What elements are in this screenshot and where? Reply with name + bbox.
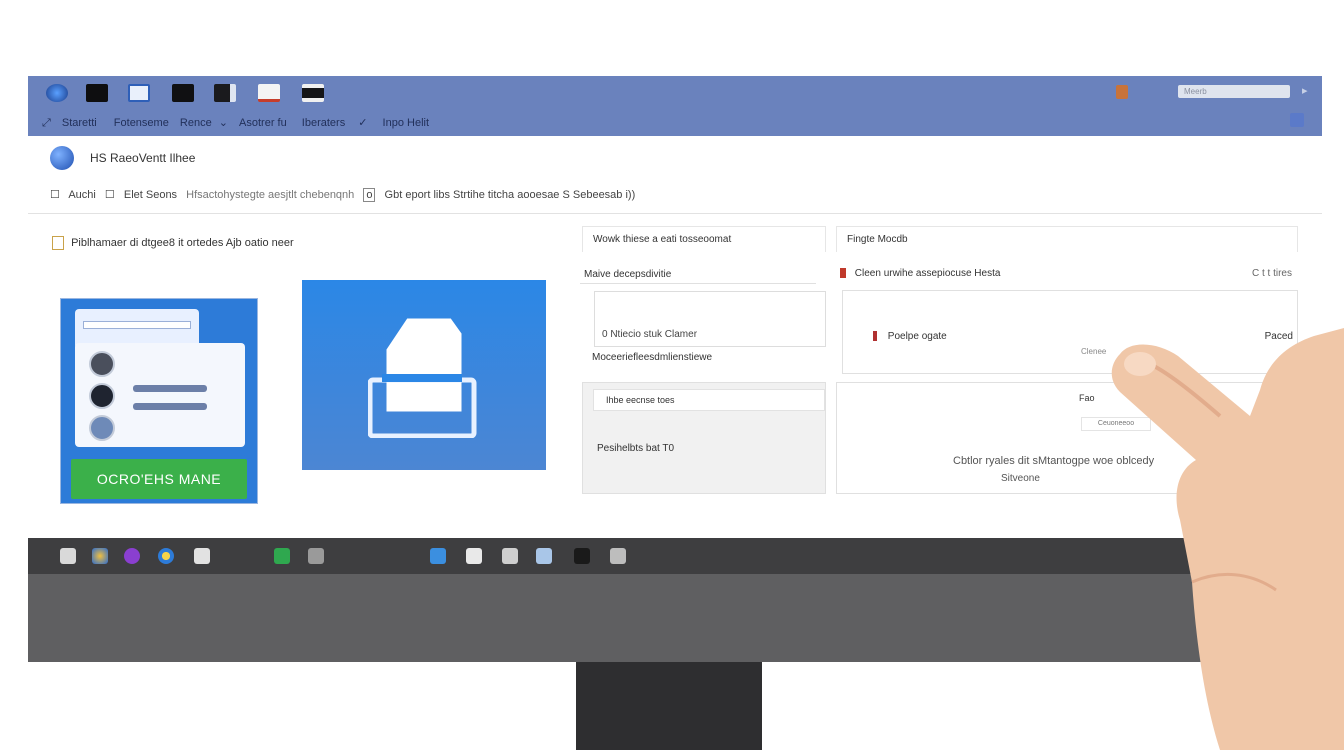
print-card[interactable] — [302, 280, 546, 470]
cta-button[interactable]: OCRO'EHS MANE — [71, 459, 247, 499]
menu-bar: ⤢ Staretti Fotenseme Rence ⌄ Asotrer fu … — [42, 116, 429, 130]
divider — [28, 213, 1322, 214]
panel-header-text: Fingte Mocdb — [847, 234, 908, 245]
sheet-icon[interactable] — [274, 548, 290, 564]
terminal-icon[interactable] — [86, 84, 108, 102]
media-icon[interactable] — [574, 548, 590, 564]
input-field[interactable]: Ihbe eecnse toes — [593, 389, 825, 411]
menu-item[interactable]: Iberaters — [302, 117, 345, 129]
chevron-down-icon[interactable]: ⌄ — [219, 117, 228, 129]
monitor-icon[interactable] — [172, 84, 194, 102]
panel-subheader: Maive decepsdivitie — [580, 268, 816, 284]
toolbar-item[interactable]: o — [363, 188, 376, 202]
text-line — [133, 385, 207, 392]
media-icon[interactable] — [302, 84, 324, 102]
menu-item[interactable]: Fotenseme — [114, 117, 169, 129]
menu-item[interactable]: Asotrer fu — [239, 117, 287, 129]
toolbar-icon[interactable]: ☐ — [50, 189, 60, 201]
info-label: Fao — [1079, 393, 1095, 403]
menu-item[interactable]: Rence — [180, 117, 212, 129]
info-subtext: Sitveone — [1001, 473, 1040, 484]
photos-icon[interactable] — [430, 548, 446, 564]
form-row[interactable]: Pesihelbts bat T0 — [597, 443, 674, 454]
tools-icon[interactable] — [308, 548, 324, 564]
status-indicator — [873, 331, 877, 342]
document-icon — [52, 236, 64, 250]
panel-header: Wowk thiese a eati tosseoomat — [582, 226, 826, 252]
toolbar-item[interactable]: Hfsactohystegte aesjtlt chebenqnh — [186, 189, 354, 201]
check-icon[interactable]: ✓ — [358, 117, 367, 129]
grid-icon[interactable] — [194, 548, 210, 564]
list-item[interactable]: Moceeriefleesdmlienstiewe — [592, 352, 712, 363]
detail-label-text: Poelpe ogate — [887, 331, 947, 342]
menu-icon[interactable]: ⤢ — [42, 117, 51, 129]
menu-item[interactable]: Staretti — [62, 117, 97, 129]
toolbar: ☐ Auchi ☐ Elet Seons Hfsactohystegte aes… — [50, 188, 641, 202]
search-input[interactable]: Meerb — [1178, 85, 1290, 98]
window-icon[interactable] — [128, 84, 150, 102]
camera-icon[interactable] — [536, 548, 552, 564]
printer-icon — [368, 318, 477, 438]
caption-text: Piblhamaer di dtgee8 it ortedes Ajb oati… — [71, 236, 294, 249]
feature-card[interactable]: OCRO'EHS MANE — [60, 298, 258, 504]
toolbar-item[interactable]: Gbt eport libs Strtihe titcha aooesae S … — [385, 189, 636, 201]
avatar-icon — [89, 351, 115, 377]
scene: ⤢ Staretti Fotenseme Rence ⌄ Asotrer fu … — [0, 0, 1344, 750]
form-panel: Ihbe eecnse toes Pesihelbts bat T0 — [582, 382, 826, 494]
people-icon[interactable] — [92, 548, 108, 564]
app-icon[interactable] — [214, 84, 236, 102]
address-bar — [83, 321, 191, 329]
menu-item[interactable]: Inpo Helit — [383, 117, 429, 129]
avatar-icon — [89, 383, 115, 409]
browser-icon[interactable] — [46, 84, 68, 102]
toolbar-icon[interactable]: ☐ — [105, 189, 115, 201]
window-control-button[interactable] — [1290, 113, 1304, 127]
hand-illustration — [1111, 328, 1344, 750]
text-line — [133, 403, 207, 410]
text-area-content: 0 Ntiecio stuk Clamer — [602, 329, 698, 340]
notification-icon[interactable] — [1116, 85, 1128, 99]
monitor-stand — [576, 662, 762, 750]
toolbar-item[interactable]: Auchi — [68, 189, 96, 201]
app-logo-icon — [50, 146, 74, 170]
chat-icon[interactable] — [124, 548, 140, 564]
expand-arrow-icon[interactable]: ▸ — [1302, 84, 1308, 97]
edit-icon[interactable] — [610, 548, 626, 564]
toolbar-item[interactable]: Elet Seons — [124, 189, 177, 201]
section-caption: Piblhamaer di dtgee8 it ortedes Ajb oati… — [52, 236, 294, 250]
panel-header-text: Wowk thiese a eati tosseoomat — [593, 234, 732, 245]
list-row-meta: C t t tires — [1251, 268, 1292, 279]
list-row-label: Cleen urwihe assepiocuse Hesta — [854, 268, 1001, 279]
mail-icon[interactable] — [60, 548, 76, 564]
avatar-icon — [89, 415, 115, 441]
document-icon[interactable] — [466, 548, 482, 564]
title-bar: ⤢ Staretti Fotenseme Rence ⌄ Asotrer fu … — [28, 76, 1322, 136]
chrome-icon[interactable] — [158, 548, 174, 564]
panel-header: Fingte Mocdb — [836, 226, 1298, 252]
list-preview — [75, 343, 245, 447]
status-indicator — [840, 268, 846, 279]
list-row[interactable]: Cleen urwihe assepiocuse Hesta C t t tir… — [840, 268, 1298, 286]
page-title: HS RaeoVentt Ilhee — [90, 151, 196, 165]
mail-icon[interactable] — [258, 84, 280, 102]
message-icon[interactable] — [502, 548, 518, 564]
detail-label[interactable]: Poelpe ogate — [873, 331, 947, 342]
